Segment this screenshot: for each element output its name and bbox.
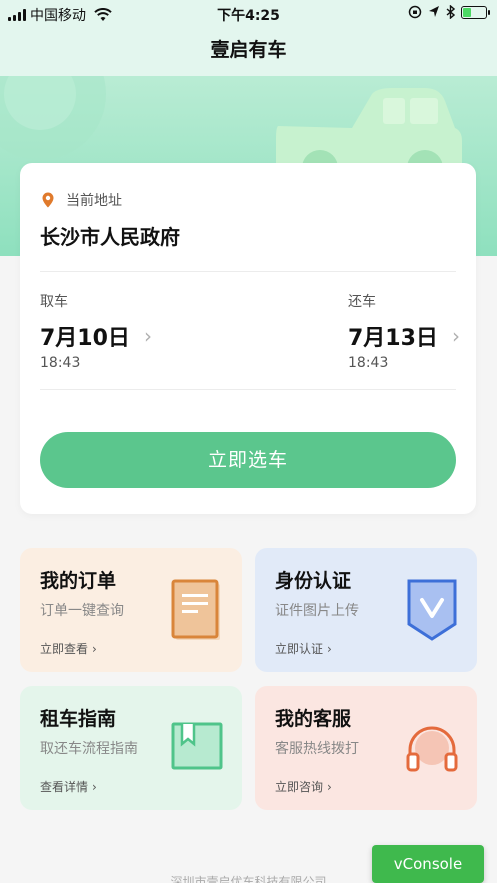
tile-subtitle: 证件图片上传 [275,603,359,619]
tile-link-label: 查看详情 [40,780,89,794]
status-right [408,5,490,19]
bluetooth-icon [446,5,455,19]
location-arrow-icon [429,6,439,17]
pickup-time: 18:43 [40,355,81,371]
tile-rental-guide[interactable]: 租车指南 取还车流程指南 查看详情 › [20,686,242,810]
tile-link-label: 立即咨询 [275,780,324,794]
tile-customer-service[interactable]: 我的客服 客服热线拨打 立即咨询 › [255,686,477,810]
return-time: 18:43 [348,355,389,371]
return-label: 还车 [348,294,376,310]
shield-check-icon [407,579,457,641]
chevron-right-icon: › [327,641,332,656]
tile-link[interactable]: 查看详情 › [40,778,97,795]
chevron-right-icon: › [92,641,97,656]
address-label: 当前地址 [66,193,122,209]
tile-subtitle: 订单一键查询 [40,603,124,619]
tile-link[interactable]: 立即咨询 › [275,778,332,795]
pickup-date-button[interactable]: 7月10日 › [40,320,152,352]
chevron-right-icon: › [92,779,97,794]
tile-link[interactable]: 立即认证 › [275,640,332,657]
headphones-icon [406,726,458,772]
tile-identity-verification[interactable]: 身份认证 证件图片上传 立即认证 › [255,548,477,672]
divider [40,389,456,390]
battery-icon [461,5,490,19]
tile-link-label: 立即认证 [275,642,324,656]
chevron-right-icon: › [327,779,332,794]
address-value[interactable]: 长沙市人民政府 [40,221,180,250]
tile-link-label: 立即查看 [40,642,89,656]
book-icon [171,722,223,770]
chevron-right-icon: › [451,324,460,348]
tile-title: 租车指南 [40,708,117,730]
orientation-lock-icon [408,5,422,19]
return-date-button[interactable]: 7月13日 › [348,320,460,352]
tile-title: 我的客服 [275,708,352,730]
return-date: 7月13日 [348,326,438,351]
status-bar: 中国移动 下午4:25 [0,0,497,28]
select-car-button[interactable]: 立即选车 [40,432,456,488]
tile-subtitle: 客服热线拨打 [275,741,359,757]
tile-subtitle: 取还车流程指南 [40,741,138,757]
tile-title: 我的订单 [40,570,117,592]
document-icon [171,579,220,640]
battery-fill [463,7,471,17]
page-title: 壹启有车 [0,28,497,76]
tile-my-orders[interactable]: 我的订单 订单一键查询 立即查看 › [20,548,242,672]
pickup-date: 7月10日 [40,326,130,351]
divider [40,271,456,272]
booking-card: 当前地址 长沙市人民政府 取车 7月10日 › 18:43 还车 7月13日 ›… [20,163,476,514]
tile-link[interactable]: 立即查看 › [40,640,97,657]
pickup-label: 取车 [40,294,68,310]
tile-title: 身份认证 [275,570,352,592]
location-pin-icon [42,192,54,208]
chevron-right-icon: › [143,324,152,348]
vconsole-button[interactable]: vConsole [372,845,484,883]
address-label-row: 当前地址 [42,190,122,210]
